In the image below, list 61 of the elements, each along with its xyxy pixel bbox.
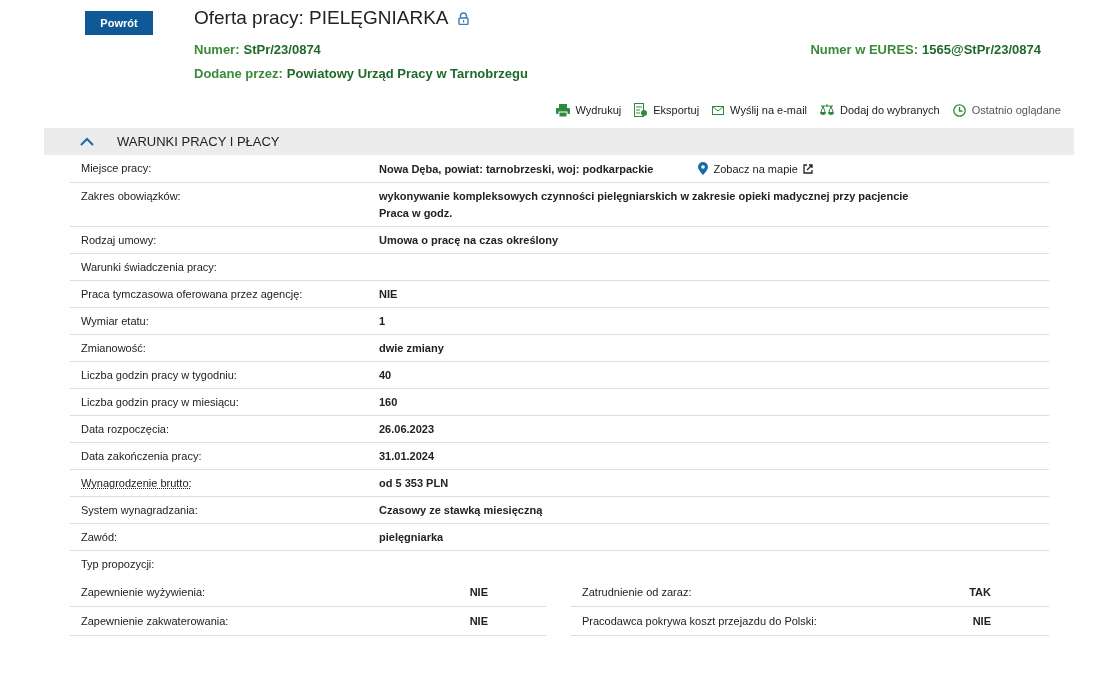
action-link[interactable]: Wydrukuj [555, 103, 622, 117]
field-label: Pracodawca pokrywa koszt przejazdu do Polski: [582, 615, 817, 627]
number-value: StPr/23/0874 [243, 41, 321, 57]
field-value: Czasowy ze stawką miesięczną [379, 504, 543, 516]
field-value: NIE [469, 615, 488, 627]
field-value: pielęgniarka [379, 531, 444, 543]
action-link[interactable]: Wyślij na e-mail [712, 104, 808, 116]
map-link[interactable]: Zobacz na mapie [698, 162, 813, 175]
scales-icon [820, 104, 835, 116]
field-value: Praca w godz. [379, 207, 454, 219]
field-value: 1 [379, 315, 386, 327]
back-button[interactable]: Powrót [85, 11, 153, 35]
field-label: Data rozpoczęcia: [81, 422, 171, 437]
field-value: od 5 353 PLN [379, 477, 449, 489]
action-link[interactable]: Ostatnio oglądane [952, 103, 1061, 117]
field-value: Nowa Dęba, powiat: tarnobrzeski, woj: podkarpackie [379, 162, 654, 175]
field-value: NIE [379, 288, 398, 300]
action-link[interactable]: Eksportuj [634, 103, 700, 117]
envelope-icon [712, 105, 725, 115]
field-value: TAK [969, 586, 991, 598]
map-pin-icon [698, 162, 709, 175]
field-label: Wynagrodzenie brutto: [81, 476, 193, 491]
eures-value: 1565@StPr/23/0874 [922, 41, 1041, 57]
field-label: Liczba godzin pracy w tygodniu: [81, 368, 238, 383]
field-value: 40 [379, 369, 392, 381]
field-label: Zmianowość: [81, 341, 147, 356]
added-by-value: Powiatowy Urząd Pracy w Tarnobrzegu [286, 65, 528, 81]
field-label: Zapewnienie wyżywienia: [81, 586, 206, 598]
external-link-icon [802, 163, 813, 174]
field-value: 31.01.2024 [379, 450, 435, 462]
field-value: NIE [469, 586, 488, 598]
field-value: 26.06.2023 [379, 423, 435, 435]
field-value: dwie zmiany [379, 342, 444, 354]
lock-icon [458, 11, 470, 25]
field-value: 160 [379, 396, 398, 408]
number-label: Numer: [194, 41, 240, 57]
field-label: Typ propozycji: [81, 557, 156, 572]
eures-label: Numer w EURES: [810, 41, 919, 57]
section-header[interactable]: WARUNKI PRACY I PŁACY [44, 128, 1074, 155]
field-label: System wynagradzania: [81, 503, 199, 518]
field-label: Rodzaj umowy: [81, 233, 158, 248]
clock-icon [952, 103, 966, 117]
field-label: Data zakończenia pracy: [81, 449, 203, 464]
field-label: Zapewnienie zakwaterowania: [81, 615, 229, 627]
section-title: WARUNKI PRACY I PŁACY [117, 134, 280, 149]
field-value: wykonywanie kompleksowych czynności pielęgniarskich w zakresie opieki madycznej przy pacjencie [379, 190, 909, 202]
document-icon [634, 103, 648, 117]
field-label: Wymiar etatu: [81, 314, 150, 329]
added-by-label: Dodane przez: [194, 65, 283, 81]
printer-icon [555, 103, 570, 117]
action-link[interactable]: Dodaj do wybranych [820, 104, 940, 116]
field-label: Liczba godzin pracy w miesiącu: [81, 395, 240, 410]
field-label: Zawód: [81, 530, 119, 545]
field-label: Praca tymczasowa oferowana przez agencję: [81, 287, 304, 302]
field-label: Warunki świadczenia pracy: [81, 260, 218, 275]
page-title: Oferta pracy: PIELĘGNIARKA [194, 7, 449, 29]
field-label: Zakres obowiązków: [81, 189, 182, 204]
field-value: NIE [972, 615, 991, 627]
field-label: Miejsce pracy: [81, 161, 153, 176]
field-label: Zatrudnienie od zaraz: [582, 586, 692, 598]
field-value: Umowa o pracę na czas określony [379, 234, 559, 246]
